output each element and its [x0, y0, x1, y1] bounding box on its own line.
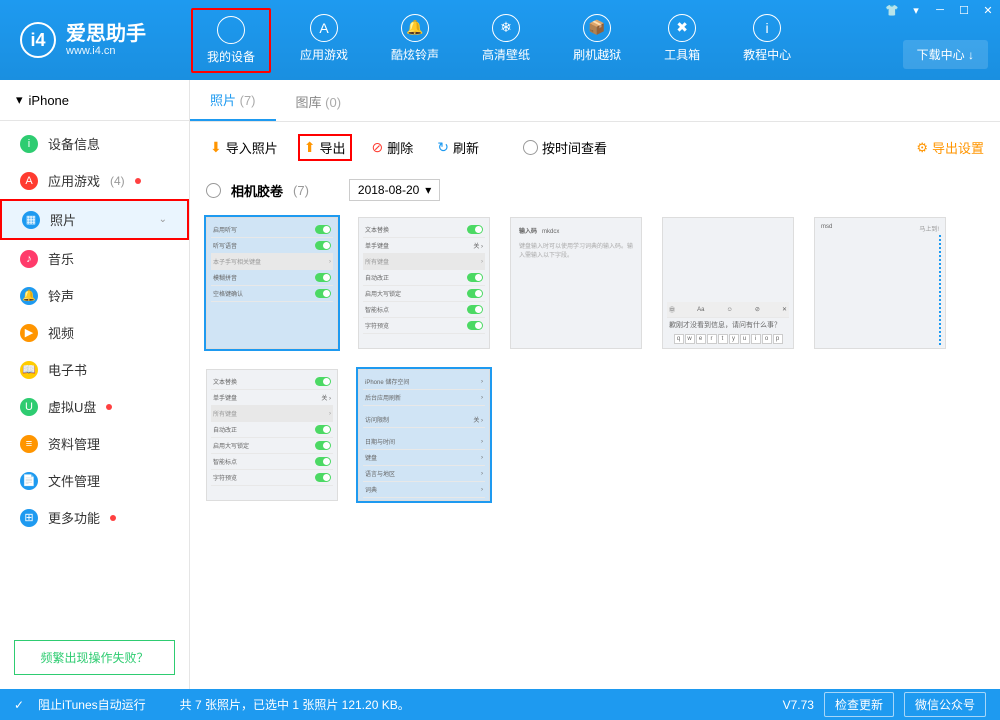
refresh-button[interactable]: ↻刷新 — [433, 136, 483, 159]
sidebar-item-虚拟U盘[interactable]: U虚拟U盘 — [0, 388, 189, 425]
album-name: 相机胶卷 — [231, 181, 283, 200]
nav-icon — [217, 16, 245, 44]
import-icon: ⬇ — [210, 139, 222, 156]
sidebar-icon: 🔔 — [20, 287, 38, 305]
check-icon: ✓ — [14, 698, 24, 712]
photo-thumb[interactable]: 输入码 mkdcx键盘输入时可以使用学习词典的输入码。输入需输入以下字段。 — [510, 217, 642, 349]
sidebar-item-更多功能[interactable]: ⊞更多功能 — [0, 499, 189, 536]
album-bar: 相机胶卷 (7) 2018-08-20▾ — [190, 173, 1000, 213]
nav-教程中心[interactable]: i教程中心 — [729, 8, 805, 73]
nav-icon: ✖ — [668, 14, 696, 42]
itunes-block[interactable]: 阻止iTunes自动运行 — [38, 696, 146, 713]
nav-酷炫铃声[interactable]: 🔔酷炫铃声 — [377, 8, 453, 73]
photo-thumb[interactable]: ㊥Aa☺⊘✕歉刚才没看到信息，请问有什么事？qwertyuiop — [662, 217, 794, 349]
tab-照片[interactable]: 照片 (7) — [190, 80, 276, 121]
wechat-button[interactable]: 微信公众号 — [904, 692, 986, 717]
sidebar: ▾ iPhone i设备信息A应用游戏(4)▦照片⌄♪音乐🔔铃声▶视频📖电子书U… — [0, 80, 190, 689]
app-header: i4 爱思助手 www.i4.cn 我的设备A应用游戏🔔酷炫铃声❄高清壁纸📦刷机… — [0, 0, 1000, 80]
device-name: iPhone — [29, 93, 69, 108]
sidebar-item-照片[interactable]: ▦照片⌄ — [0, 199, 189, 240]
window-controls: 👕 ▾ ─ ☐ ✕ — [880, 0, 1000, 20]
sidebar-icon: ▦ — [22, 211, 40, 229]
chevron-down-icon: ▾ — [16, 92, 23, 108]
nav-刷机越狱[interactable]: 📦刷机越狱 — [559, 8, 635, 73]
export-button[interactable]: ⬆导出 — [298, 134, 352, 161]
app-name: 爱思助手 — [66, 23, 146, 45]
photo-thumb[interactable]: 文本替换单手键盘关 ›所有键盘›自动改正启用大写锁定智能标点字符预览 — [206, 369, 338, 501]
maximize-icon[interactable]: ☐ — [952, 0, 976, 20]
photo-grid: 启用听写听写语音本子手写相关键盘›模糊拼音空格键确认文本替换单手键盘关 ›所有键… — [190, 213, 1000, 505]
import-button[interactable]: ⬇导入照片 — [206, 136, 282, 159]
logo-icon: i4 — [20, 22, 56, 58]
photo-thumb[interactable]: iPhone 储存空间›后台应用刷新›访问限制关 ›日期与时间›键盘›语言与地区… — [358, 369, 490, 501]
sidebar-item-应用游戏[interactable]: A应用游戏(4) — [0, 162, 189, 199]
sidebar-item-音乐[interactable]: ♪音乐 — [0, 240, 189, 277]
nav-工具箱[interactable]: ✖工具箱 — [650, 8, 714, 73]
toolbar: ⬇导入照片 ⬆导出 ⊘删除 ↻刷新 按时间查看 ⚙导出设置 — [190, 122, 1000, 173]
album-radio[interactable] — [206, 183, 221, 198]
tab-图库[interactable]: 图库 (0) — [276, 82, 362, 121]
gear-icon: ⚙ — [916, 140, 928, 156]
album-count: (7) — [293, 183, 309, 198]
sidebar-item-设备信息[interactable]: i设备信息 — [0, 125, 189, 162]
sidebar-icon: ▶ — [20, 324, 38, 342]
bytime-button[interactable]: 按时间查看 — [519, 136, 611, 159]
photo-thumb[interactable]: msd马上到! — [814, 217, 946, 349]
nav-应用游戏[interactable]: A应用游戏 — [286, 8, 362, 73]
sidebar-item-资料管理[interactable]: ≡资料管理 — [0, 425, 189, 462]
sidebar-icon: ♪ — [20, 250, 38, 268]
sidebar-icon: U — [20, 398, 38, 416]
sidebar-item-视频[interactable]: ▶视频 — [0, 314, 189, 351]
nav-icon: 📦 — [583, 14, 611, 42]
radio-icon — [523, 140, 538, 155]
delete-icon: ⊘ — [372, 139, 384, 156]
sidebar-item-电子书[interactable]: 📖电子书 — [0, 351, 189, 388]
sidebar-item-文件管理[interactable]: 📄文件管理 — [0, 462, 189, 499]
nav-高清壁纸[interactable]: ❄高清壁纸 — [468, 8, 544, 73]
nav-icon: 🔔 — [401, 14, 429, 42]
dropdown-icon[interactable]: ▾ — [904, 0, 928, 20]
sidebar-icon: 📄 — [20, 472, 38, 490]
date-selector[interactable]: 2018-08-20▾ — [349, 179, 440, 201]
export-settings-button[interactable]: ⚙导出设置 — [916, 138, 984, 157]
status-message: 共 7 张照片，已选中 1 张照片 121.20 KB。 — [180, 696, 410, 713]
nav-icon: ❄ — [492, 14, 520, 42]
top-nav: 我的设备A应用游戏🔔酷炫铃声❄高清壁纸📦刷机越狱✖工具箱i教程中心 — [191, 8, 805, 73]
main-panel: 照片 (7)图库 (0) ⬇导入照片 ⬆导出 ⊘删除 ↻刷新 按时间查看 ⚙导出… — [190, 80, 1000, 689]
chevron-down-icon: ▾ — [425, 183, 431, 197]
refresh-icon: ↻ — [437, 139, 449, 156]
notification-dot — [110, 515, 116, 521]
delete-button[interactable]: ⊘删除 — [368, 136, 418, 159]
nav-icon: A — [310, 14, 338, 42]
logo-area: i4 爱思助手 www.i4.cn — [0, 22, 166, 58]
export-icon: ⬆ — [304, 139, 316, 156]
nav-我的设备[interactable]: 我的设备 — [191, 8, 271, 73]
check-update-button[interactable]: 检查更新 — [824, 692, 894, 717]
app-site: www.i4.cn — [66, 45, 146, 57]
sidebar-item-铃声[interactable]: 🔔铃声 — [0, 277, 189, 314]
sidebar-icon: ⊞ — [20, 509, 38, 527]
version-label: V7.73 — [783, 698, 814, 712]
notification-dot — [135, 178, 141, 184]
photo-thumb[interactable]: 启用听写听写语音本子手写相关键盘›模糊拼音空格键确认 — [206, 217, 338, 349]
device-selector[interactable]: ▾ iPhone — [0, 80, 189, 121]
tabs-bar: 照片 (7)图库 (0) — [190, 80, 1000, 122]
chevron-down-icon: ⌄ — [159, 214, 167, 225]
sidebar-icon: 📖 — [20, 361, 38, 379]
tshirt-icon[interactable]: 👕 — [880, 0, 904, 20]
close-icon[interactable]: ✕ — [976, 0, 1000, 20]
sidebar-icon: A — [20, 172, 38, 190]
sidebar-icon: ≡ — [20, 435, 38, 453]
sidebar-list: i设备信息A应用游戏(4)▦照片⌄♪音乐🔔铃声▶视频📖电子书U虚拟U盘≡资料管理… — [0, 121, 189, 626]
status-bar: ✓ 阻止iTunes自动运行 共 7 张照片，已选中 1 张照片 121.20 … — [0, 689, 1000, 720]
photo-thumb[interactable]: 文本替换单手键盘关 ›所有键盘›自动改正启用大写锁定智能标点字符预览 — [358, 217, 490, 349]
nav-icon: i — [753, 14, 781, 42]
sidebar-icon: i — [20, 135, 38, 153]
minimize-icon[interactable]: ─ — [928, 0, 952, 20]
download-center-button[interactable]: 下载中心 ↓ — [903, 40, 988, 69]
sidebar-help-button[interactable]: 频繁出现操作失败？ — [14, 640, 175, 675]
notification-dot — [106, 404, 112, 410]
